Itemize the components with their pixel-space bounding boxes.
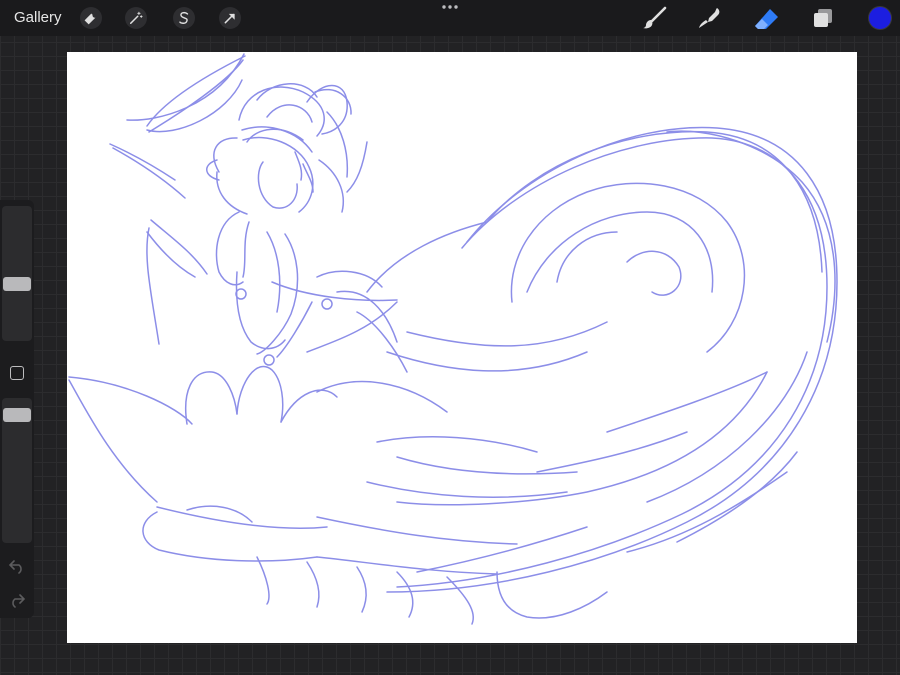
brush-size-slider-thumb[interactable] xyxy=(3,277,31,291)
wrench-icon xyxy=(84,13,96,25)
drawing-canvas[interactable] xyxy=(67,52,857,643)
more-options-icon[interactable] xyxy=(441,2,459,12)
adjustments-button[interactable] xyxy=(125,7,147,29)
brush-icon[interactable] xyxy=(641,6,667,30)
modify-button[interactable] xyxy=(10,366,24,380)
magic-wand-icon xyxy=(129,11,143,25)
color-picker-button[interactable] xyxy=(869,7,891,29)
smudge-icon[interactable] xyxy=(697,6,723,30)
sketch-artwork xyxy=(68,53,838,625)
undo-icon[interactable] xyxy=(8,558,26,574)
selection-button[interactable] xyxy=(173,7,195,29)
eraser-icon[interactable] xyxy=(754,6,780,30)
redo-icon[interactable] xyxy=(8,592,26,608)
brush-size-slider[interactable] xyxy=(2,206,32,341)
transform-arrow-icon xyxy=(224,13,235,24)
opacity-slider-thumb[interactable] xyxy=(3,408,31,422)
actions-button[interactable] xyxy=(80,7,102,29)
transform-button[interactable] xyxy=(219,7,241,29)
top-toolbar: Gallery xyxy=(0,0,900,36)
gallery-button[interactable]: Gallery xyxy=(14,9,62,26)
left-sidebar xyxy=(0,200,34,618)
layers-icon[interactable] xyxy=(811,6,837,30)
selection-icon xyxy=(179,11,189,24)
